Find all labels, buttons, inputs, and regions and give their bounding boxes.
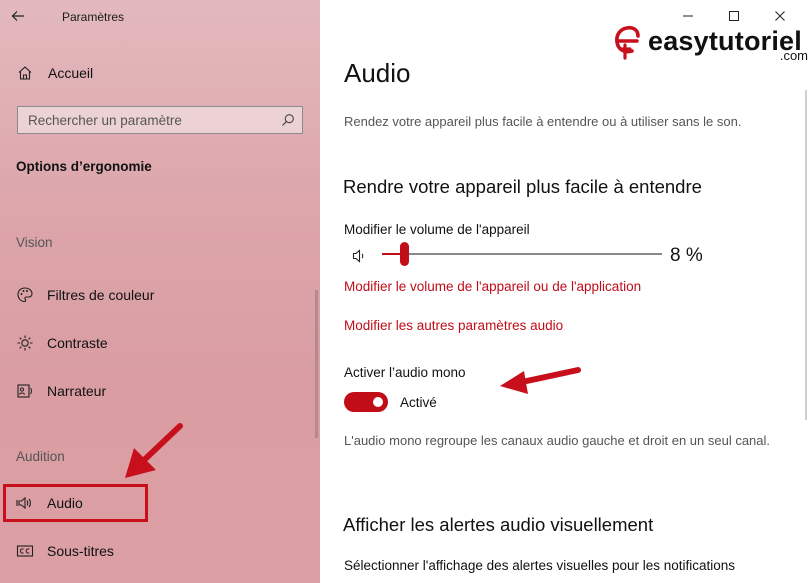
back-arrow-icon[interactable] — [8, 6, 28, 26]
search-input[interactable]: Rechercher un paramètre — [17, 106, 303, 134]
group-label-audition: Audition — [16, 449, 65, 464]
section-visual-alerts-title: Afficher les alertes audio visuellement — [343, 514, 654, 535]
mono-audio-toggle[interactable] — [344, 392, 388, 412]
search-placeholder: Rechercher un paramètre — [28, 112, 182, 128]
main-content: Audio Rendez votre appareil plus facile … — [320, 0, 811, 583]
toggle-knob — [373, 397, 383, 407]
other-audio-settings-link[interactable]: Modifier les autres paramètres audio — [344, 318, 563, 333]
sidebar-item-contrast[interactable]: Contraste — [0, 326, 320, 360]
volume-label: Modifier le volume de l'appareil — [344, 222, 530, 237]
sidebar-item-narrator[interactable]: Narrateur — [0, 374, 320, 408]
easytutoriel-logo: easytutoriel .com — [612, 22, 808, 76]
group-label-vision: Vision — [16, 235, 53, 250]
title-bar: Paramètres — [0, 0, 320, 32]
nav-home[interactable]: Accueil — [0, 57, 320, 89]
narrator-icon — [16, 382, 34, 400]
sidebar-item-label: Sous-titres — [47, 543, 114, 559]
volume-slider-thumb[interactable] — [400, 242, 410, 266]
search-icon[interactable] — [281, 113, 295, 127]
volume-slider-track[interactable] — [382, 253, 662, 255]
nav-home-label: Accueil — [48, 65, 94, 81]
content-scrollbar[interactable] — [805, 90, 807, 420]
mono-audio-description: L'audio mono regroupe les canaux audio g… — [344, 433, 771, 448]
highlight-box-audio — [3, 484, 148, 522]
color-filter-icon — [16, 286, 34, 304]
home-icon — [17, 65, 33, 81]
closed-captions-icon — [16, 542, 34, 560]
speaker-icon[interactable] — [351, 247, 369, 265]
section-title: Options d’ergonomie — [16, 159, 152, 174]
mono-audio-label: Activer l’audio mono — [344, 365, 466, 380]
sidebar-item-label: Contraste — [47, 335, 108, 351]
section-hear-title: Rendre votre appareil plus facile à ente… — [343, 176, 702, 197]
sidebar-item-label: Narrateur — [47, 383, 107, 399]
contrast-icon — [16, 334, 34, 352]
logo-tld: .com — [779, 48, 808, 63]
mono-audio-state: Activé — [400, 395, 437, 410]
sidebar-item-color-filters[interactable]: Filtres de couleur — [0, 278, 320, 312]
sidebar-item-subtitles[interactable]: Sous-titres — [0, 534, 320, 568]
sidebar-scrollbar[interactable] — [315, 290, 318, 438]
app-title: Paramètres — [62, 10, 125, 24]
page-title: Audio — [344, 58, 411, 88]
volume-value: 8 % — [670, 245, 703, 266]
logo-mark-icon — [615, 25, 640, 60]
visual-alerts-label: Sélectionner l'affichage des alertes vis… — [344, 558, 736, 573]
page-description: Rendez votre appareil plus facile à ente… — [344, 114, 742, 129]
sidebar-item-label: Filtres de couleur — [47, 287, 155, 303]
app-volume-link[interactable]: Modifier le volume de l'appareil ou de l… — [344, 279, 641, 294]
